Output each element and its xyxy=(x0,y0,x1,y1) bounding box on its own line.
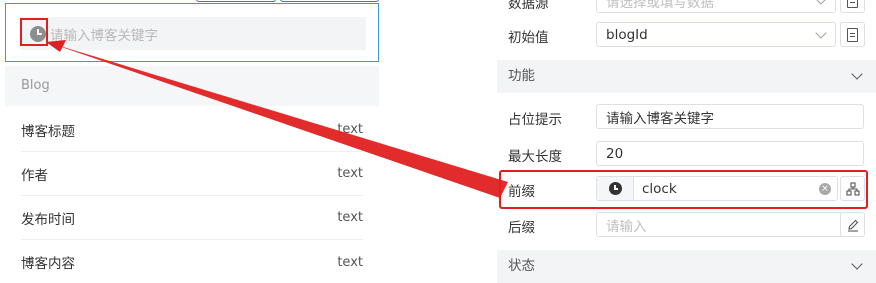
max-length-input[interactable]: 20 xyxy=(596,141,864,166)
list-item[interactable]: 发布时间 text xyxy=(21,196,363,240)
chevron-down-icon xyxy=(851,258,863,270)
suffix-placeholder: 请输入 xyxy=(606,218,647,235)
search-component[interactable]: 请输入博客关键字 xyxy=(5,3,379,62)
search-input[interactable]: 请输入博客关键字 xyxy=(20,17,366,50)
highlight-box-prefix-row xyxy=(499,170,868,209)
initial-value-label: 初始值 xyxy=(508,30,549,46)
toolbar-button[interactable] xyxy=(280,0,379,2)
chevron-down-icon xyxy=(815,27,827,39)
field-type: text xyxy=(337,210,363,225)
search-placeholder: 请输入博客关键字 xyxy=(50,27,158,44)
field-label: 博客内容 xyxy=(21,256,75,272)
chevron-down-icon xyxy=(851,68,863,80)
list-item[interactable]: 博客标题 text xyxy=(21,108,363,152)
max-length-value: 20 xyxy=(606,145,624,162)
initial-value-select[interactable]: blogId xyxy=(596,22,836,47)
max-length-label: 最大长度 xyxy=(508,149,562,165)
data-source-label: 数据源 xyxy=(508,0,549,12)
list-item[interactable]: 作者 text xyxy=(21,152,363,196)
field-type: text xyxy=(337,254,363,270)
field-label: 发布时间 xyxy=(21,211,75,228)
placeholder-label: 占位提示 xyxy=(508,112,562,128)
placeholder-input[interactable]: 请输入博客关键字 xyxy=(596,104,864,129)
section-title: 功能 xyxy=(508,68,535,84)
section-function-header[interactable]: 功能 xyxy=(497,60,876,93)
suffix-edit-button[interactable] xyxy=(840,212,865,237)
field-type: text xyxy=(337,166,363,181)
section-title: 状态 xyxy=(508,258,535,274)
document-icon xyxy=(847,0,858,8)
section-state-header[interactable]: 状态 xyxy=(497,250,876,283)
data-source-doc-button[interactable] xyxy=(840,0,865,13)
chevron-down-icon xyxy=(815,0,827,5)
suffix-input[interactable]: 请输入 xyxy=(596,212,864,237)
pencil-icon xyxy=(847,219,858,232)
property-panel: 数据源 请选择或填写数据 初始值 blogId 功能 占位提示 请输入博客关键字… xyxy=(497,0,876,283)
initial-value-text: blogId xyxy=(606,26,648,43)
highlight-box-prefix-icon xyxy=(20,18,48,46)
toolbar-button[interactable] xyxy=(196,0,276,2)
field-type: text xyxy=(337,122,363,137)
data-source-select[interactable]: 请选择或填写数据 xyxy=(596,0,836,13)
document-icon xyxy=(847,27,858,42)
initial-value-doc-button[interactable] xyxy=(840,22,865,47)
placeholder-value: 请输入博客关键字 xyxy=(606,110,714,127)
component-preview: 请输入博客关键字 Blog 博客标题 text 作者 text 发布时间 tex… xyxy=(0,0,380,283)
list-header: Blog xyxy=(5,66,379,106)
field-label: 作者 xyxy=(21,167,48,184)
field-label: 博客标题 xyxy=(21,123,75,140)
list-item[interactable]: 博客内容 text xyxy=(21,240,363,283)
data-source-placeholder: 请选择或填写数据 xyxy=(606,0,714,11)
suffix-label: 后缀 xyxy=(508,220,535,236)
